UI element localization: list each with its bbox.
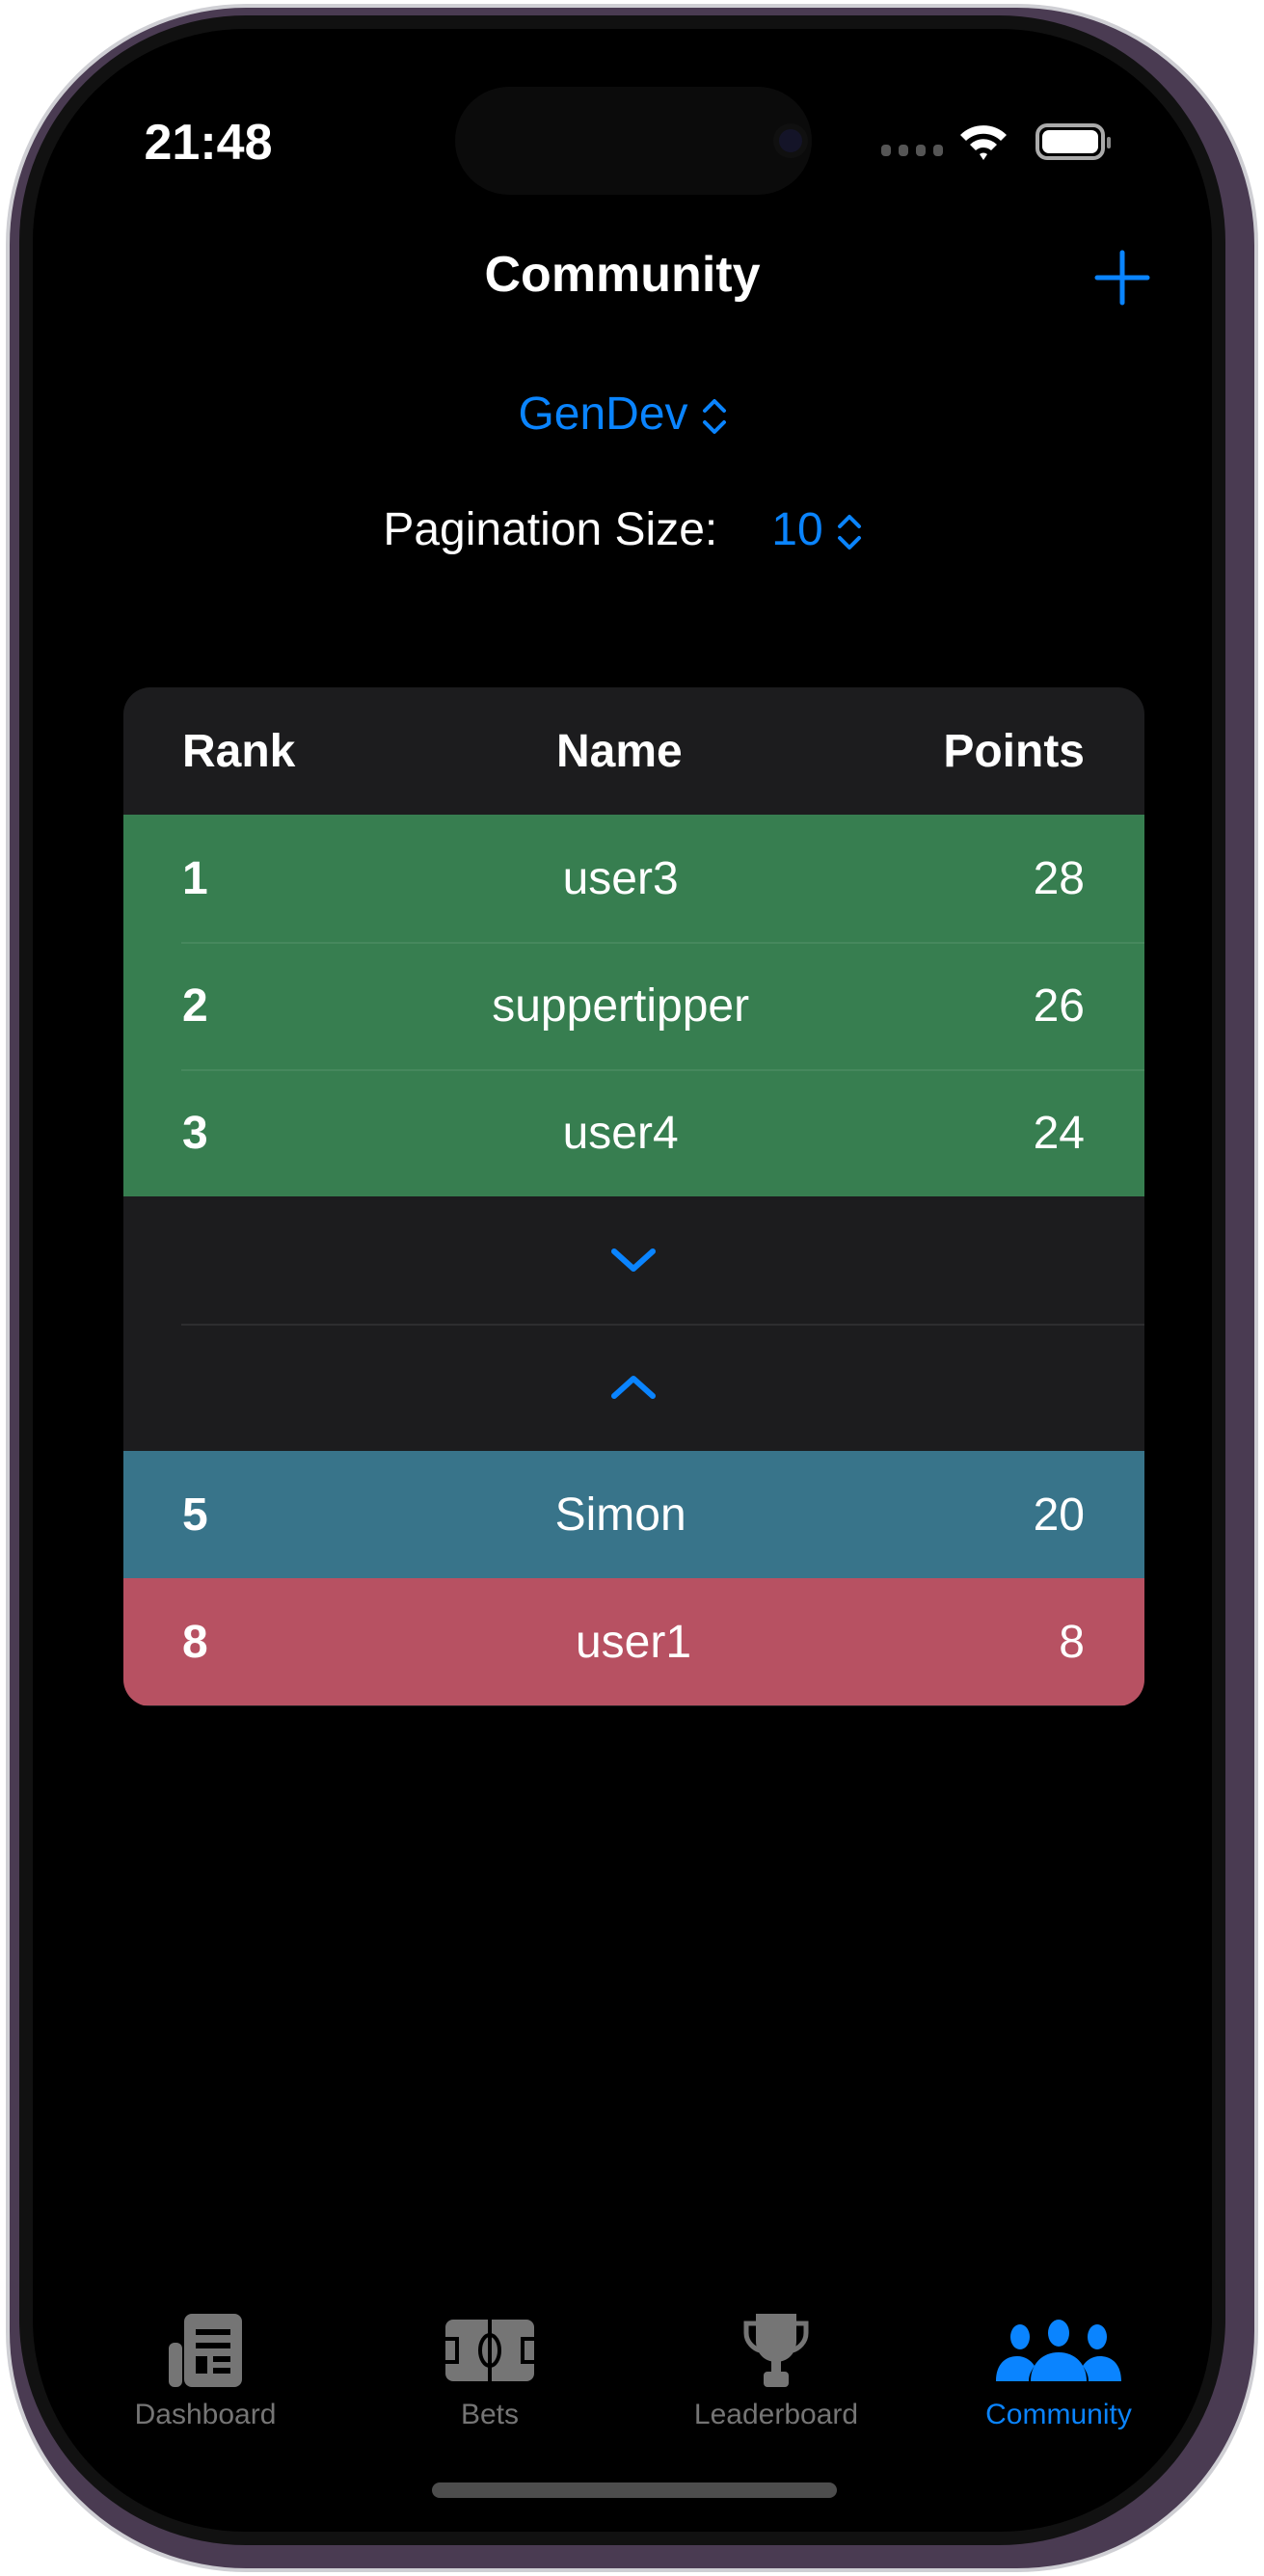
battery-icon — [1035, 123, 1111, 160]
cellular-signal-icon — [881, 145, 943, 156]
camera-icon — [773, 123, 808, 158]
plus-icon[interactable] — [1093, 249, 1151, 307]
points-cell: 24 — [1033, 1107, 1085, 1159]
tab-bar: Dashboard Bets Leaderboard Community — [33, 2294, 1212, 2439]
tab-label: Dashboard — [134, 2399, 277, 2430]
newspaper-icon — [169, 2314, 242, 2387]
name-cell: suppertipper — [492, 979, 750, 1032]
rank-cell: 8 — [182, 1616, 208, 1668]
pagination-size-picker[interactable]: 10 — [771, 504, 861, 555]
tab-leaderboard[interactable]: Leaderboard — [651, 2314, 901, 2431]
rank-cell: 5 — [182, 1489, 208, 1541]
tab-dashboard[interactable]: Dashboard — [80, 2314, 331, 2431]
leaderboard-table: Rank Name Points 1 user3 28 2 suppertipp… — [123, 687, 1144, 1706]
page-title: Community — [484, 247, 761, 303]
tab-label: Bets — [460, 2399, 520, 2430]
points-cell: 26 — [1033, 979, 1085, 1032]
chevron-up-down-icon — [837, 515, 861, 550]
pagination-size-row: Pagination Size: 10 — [33, 503, 1212, 556]
expand-up-button[interactable] — [123, 1324, 1144, 1451]
column-header-name: Name — [555, 725, 683, 777]
table-row[interactable]: 1 user3 28 — [123, 815, 1144, 942]
rank-cell: 1 — [182, 852, 208, 904]
soccer-field-icon — [445, 2320, 534, 2381]
name-cell: user1 — [575, 1616, 692, 1668]
tab-bets[interactable]: Bets — [364, 2314, 615, 2431]
tab-label: Leaderboard — [693, 2399, 859, 2430]
chevron-up-down-icon — [702, 399, 726, 435]
status-time: 21:48 — [144, 115, 273, 171]
rank-cell: 3 — [182, 1107, 208, 1159]
trophy-icon — [743, 2314, 809, 2387]
tab-community[interactable]: Community — [933, 2314, 1184, 2431]
points-cell: 20 — [1033, 1489, 1085, 1541]
people-icon — [996, 2320, 1121, 2381]
pagination-size-value: 10 — [771, 504, 823, 555]
name-cell: user4 — [562, 1107, 679, 1159]
pagination-size-label: Pagination Size: — [383, 504, 718, 555]
points-cell: 8 — [1059, 1616, 1085, 1668]
home-indicator[interactable] — [432, 2482, 837, 2498]
chevron-up-icon — [611, 1376, 656, 1399]
screen: 21:48 Community GenDev Pagination Size: 1… — [33, 29, 1212, 2532]
wifi-icon — [960, 125, 1007, 160]
community-picker[interactable]: GenDev — [33, 388, 1212, 441]
table-row[interactable]: 8 user1 8 — [123, 1578, 1144, 1705]
table-header: Rank Name Points — [123, 687, 1144, 815]
table-row[interactable]: 5 Simon 20 — [123, 1451, 1144, 1578]
column-header-points: Points — [943, 725, 1085, 777]
rank-cell: 2 — [182, 979, 208, 1032]
dynamic-island — [455, 87, 812, 195]
tab-label: Community — [985, 2399, 1132, 2430]
column-header-rank: Rank — [182, 725, 296, 777]
expand-down-button[interactable] — [123, 1196, 1144, 1324]
table-row[interactable]: 3 user4 24 — [123, 1069, 1144, 1196]
points-cell: 28 — [1033, 852, 1085, 904]
name-cell: Simon — [554, 1489, 686, 1541]
community-picker-value: GenDev — [518, 389, 688, 440]
name-cell: user3 — [562, 852, 679, 904]
chevron-down-icon — [611, 1248, 656, 1272]
table-row[interactable]: 2 suppertipper 26 — [123, 942, 1144, 1069]
